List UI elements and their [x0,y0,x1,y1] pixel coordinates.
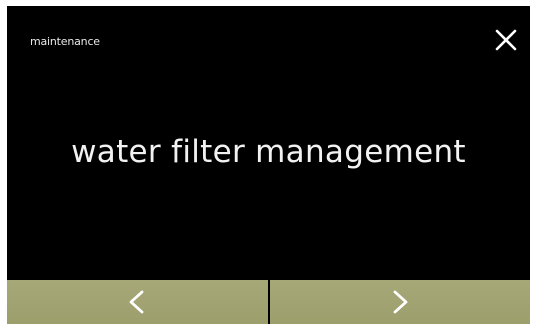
navigation-bar [7,280,530,324]
previous-button[interactable] [7,280,268,324]
chevron-left-icon [129,290,144,314]
next-button[interactable] [269,280,530,324]
page-title: water filter management [71,134,466,170]
close-button[interactable] [492,26,520,54]
chevron-right-icon [393,290,408,314]
maintenance-screen: maintenance water filter management [7,6,530,324]
header-title: maintenance [30,35,100,48]
close-icon [495,29,517,51]
